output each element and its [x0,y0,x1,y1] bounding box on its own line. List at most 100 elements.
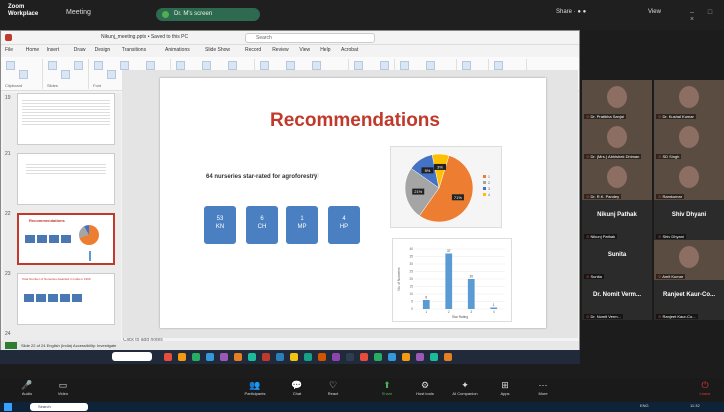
ribbon-button-icon[interactable] [176,61,185,70]
view-button[interactable]: View [648,9,661,15]
app-icon[interactable] [206,353,214,361]
app-icon[interactable] [178,353,186,361]
menu-item-insert[interactable]: Insert [47,47,60,53]
app-icon[interactable] [220,353,228,361]
control-video[interactable]: ▭ Video [48,379,78,396]
x-axis-label: Star Rating [452,315,468,319]
menu-item-acrobat[interactable]: Acrobat [341,47,358,53]
ribbon-button-icon[interactable] [19,70,28,79]
app-icon[interactable] [416,353,424,361]
menu-item-home[interactable]: Home [26,47,39,53]
participant-tile[interactable]: ⊘ SD Singh [654,120,724,160]
app-icon[interactable] [402,353,410,361]
slide-thumbnail[interactable]: Total Number of Nurseries Awarded in Ind… [17,273,115,325]
ribbon-button-icon[interactable] [380,61,389,70]
ribbon-button-icon[interactable] [286,61,295,70]
ribbon-button-icon[interactable] [354,61,363,70]
app-icon[interactable] [332,353,340,361]
app-icon[interactable] [360,353,368,361]
ribbon-button-icon[interactable] [6,61,15,70]
ribbon-button-icon[interactable] [74,61,83,70]
bar-chart[interactable]: 0 5 10 15 20 25 30 35 40 6 1 37 2 20 3 1 4 Star Rating No.… [392,238,512,322]
control-participants[interactable]: 👥 Participants [240,379,270,396]
menu-item-view[interactable]: View [299,47,310,53]
ribbon-button-icon[interactable] [400,61,409,70]
window-controls[interactable]: – □ × [690,9,724,23]
participant-tile[interactable]: ⊘ Amit Kumar [654,240,724,280]
app-icon[interactable] [304,353,312,361]
pie-chart[interactable]: 71% 21% 5% 3% 1 2 3 4 [390,146,502,228]
app-icon[interactable] [430,353,438,361]
participant-tile[interactable]: Ranjeet Kaur-Co... ⊘ Ranjeet Kaur-Co... [654,280,724,320]
slide-canvas[interactable]: Recommendations 64 nurseries star-rated … [160,78,546,328]
participant-tile[interactable]: ⊘ Dr. R.K. Pandey [582,160,652,200]
control-apps[interactable]: ⊞ Apps [490,379,520,396]
shared-taskbar-search[interactable] [112,352,152,361]
app-icon[interactable] [346,353,354,361]
menu-item-help[interactable]: Help [320,47,330,53]
search-input[interactable]: Search [245,33,375,43]
menu-item-file[interactable]: File [5,47,13,53]
ribbon-button-icon[interactable] [228,61,237,70]
ribbon-button-icon[interactable] [107,70,116,79]
menu-item-animations[interactable]: Animations [165,47,190,53]
menu-item-slide-show[interactable]: Slide Show [205,47,230,53]
app-icon[interactable] [192,353,200,361]
control-share[interactable]: ⬆ Share [372,379,402,396]
ribbon-button-icon[interactable] [61,70,70,79]
participant-tile[interactable]: ⊘ Dr. (Mrs.) Abhishek Dhiman [582,120,652,160]
ribbon-button-icon[interactable] [94,61,103,70]
app-icon[interactable] [248,353,256,361]
participant-tile[interactable]: Shiv Dhyani ⊘ Shiv Dhyani [654,200,724,240]
slide-thumbnail[interactable] [17,153,115,205]
menu-item-draw[interactable]: Draw [74,47,86,53]
slide-thumbnails-panel[interactable]: 19 21 22 Recommendations 23 Total Number… [3,93,121,343]
control-host-tools[interactable]: ⚙ Host tools [410,379,440,396]
control-more[interactable]: ⋯ More [528,379,558,396]
app-icon[interactable] [262,353,270,361]
app-icon[interactable] [276,353,284,361]
ribbon-button-icon[interactable] [260,61,269,70]
control-label: Chat [292,391,302,396]
app-icon[interactable] [374,353,382,361]
leave-icon: ⏻ [701,380,709,390]
app-icon[interactable] [290,353,298,361]
menu-item-review[interactable]: Review [272,47,288,53]
ribbon-button-icon[interactable] [462,61,471,70]
app-icon[interactable] [318,353,326,361]
ribbon-button-icon[interactable] [312,61,321,70]
participant-tile[interactable]: Dr. Nomit Verm... ⊘ Dr. Nomit Verm... [582,280,652,320]
participant-tile[interactable]: ⊘ Dr. Pratibha Sanjal [582,80,652,120]
menu-item-design[interactable]: Design [95,47,111,53]
ribbon-button-icon[interactable] [48,61,57,70]
control-ai-companion[interactable]: ✦ AI Companion [450,379,480,396]
control-chat[interactable]: 💬 Chat [282,379,312,396]
ribbon-button-icon[interactable] [120,61,129,70]
app-icon[interactable] [388,353,396,361]
screen-share-indicator[interactable]: Dr. M's screen [156,8,260,21]
app-icon[interactable] [164,353,172,361]
control-leave[interactable]: ⏻ Leave [690,379,720,396]
top-right-tools[interactable]: Share · ● ● [556,9,586,15]
control-audio[interactable]: 🎤 Audio [12,379,42,396]
slide-thumbnail[interactable] [17,93,115,145]
windows-start-icon[interactable] [4,403,12,411]
ribbon-button-icon[interactable] [146,61,155,70]
app-icon[interactable] [444,353,452,361]
control-react[interactable]: ♡ React [318,379,348,396]
clock[interactable]: 11:32 [690,403,700,408]
ribbon-button-icon[interactable] [494,61,503,70]
participant-tile[interactable]: Sunita ⊘ Sunita [582,240,652,280]
ribbon-button-icon[interactable] [426,61,435,70]
participant-tile[interactable]: Nikunj Pathak ⊘ Nikunj Pathak [582,200,652,240]
slide-thumbnail-selected[interactable]: Recommendations [17,213,115,265]
meeting-button[interactable]: Meeting [66,9,91,16]
taskbar-search[interactable]: Search [30,403,88,411]
menu-item-transitions[interactable]: Transitions [122,47,146,53]
menu-item-record[interactable]: Record [245,47,261,53]
participant-tile[interactable]: ⊘ Ramkumar [654,160,724,200]
ribbon-button-icon[interactable] [202,61,211,70]
app-icon[interactable] [234,353,242,361]
participant-tile[interactable]: ⊘ Dr. Kushal Kumar [654,80,724,120]
language-indicator[interactable]: ENG [640,403,649,408]
